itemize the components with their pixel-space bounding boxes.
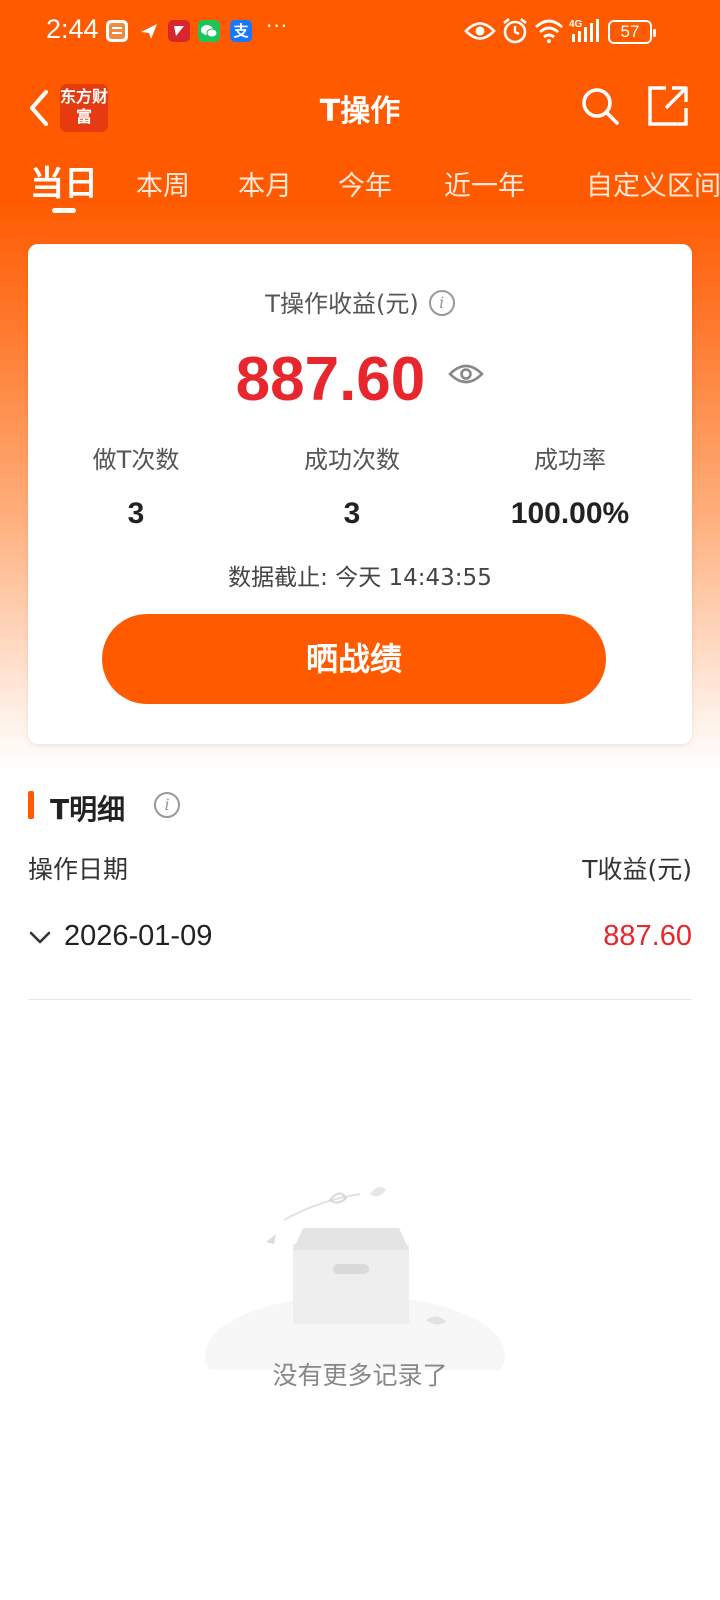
wifi-icon [535, 19, 563, 43]
profit-label-row: T操作收益(元) i [28, 284, 692, 319]
section-title: T明细 [50, 793, 126, 826]
stat-value: 3 [343, 497, 361, 530]
table-row[interactable]: 2026-01-09 887.60 [28, 910, 692, 1000]
row-profit: 887.60 [603, 920, 692, 952]
active-tab-indicator [52, 208, 76, 213]
column-header-date: 操作日期 [28, 855, 129, 884]
empty-state-text: 没有更多记录了 [272, 1361, 448, 1390]
signal-4g-icon: 4G [569, 19, 599, 42]
eye-icon[interactable] [448, 362, 485, 386]
app-notification-icon [106, 20, 128, 42]
search-button[interactable] [578, 84, 622, 128]
stat-label: 成功率 [534, 446, 606, 474]
row-date: 2026-01-09 [64, 920, 213, 952]
tab-custom-range[interactable]: 自定义区间 [586, 164, 720, 203]
period-tabs: 当日 本周 本月 今年 近一年 自定义区间 [0, 150, 720, 220]
empty-box-illustration [205, 1186, 505, 1370]
eye-status-icon [464, 22, 496, 40]
send-app-icon [138, 20, 160, 42]
tab-today[interactable]: 当日 [30, 156, 98, 205]
stat-value: 3 [127, 497, 145, 530]
alarm-icon [503, 17, 527, 44]
svg-text:4G: 4G [569, 19, 583, 30]
profit-label: T操作收益(元) [265, 290, 419, 318]
summary-card: T操作收益(元) i 887.60 做T次数 3 成功次数 3 成功率 100.0… [28, 244, 692, 744]
stat-success-count: 成功次数 3 [242, 440, 462, 531]
section-accent-bar [28, 791, 34, 819]
share-button[interactable] [646, 84, 690, 128]
status-bar: 2:44 支 ··· 4G 57 [0, 0, 720, 64]
tab-last-year[interactable]: 近一年 [444, 164, 525, 203]
stat-value: 100.00% [510, 497, 630, 530]
profit-value: 887.60 [235, 345, 426, 414]
tab-this-year[interactable]: 今年 [338, 164, 392, 203]
search-icon [582, 88, 619, 125]
app-red-icon [168, 20, 190, 42]
tab-this-week[interactable]: 本周 [136, 164, 190, 203]
tab-this-month[interactable]: 本月 [238, 164, 292, 203]
info-icon[interactable]: i [428, 290, 455, 316]
stat-success-rate: 成功率 100.00% [460, 440, 680, 531]
share-record-button[interactable]: 晒战绩 [102, 614, 606, 704]
chevron-down-icon [29, 931, 51, 944]
data-update-time: 数据截止: 今天 14:43:55 [228, 565, 492, 591]
column-header-profit: T收益(元) [582, 855, 692, 884]
wechat-icon [198, 20, 220, 42]
app-header: 东方财富 T操作 [0, 70, 720, 146]
battery-icon: 57 [608, 20, 656, 44]
share-icon [648, 86, 688, 126]
more-notifications-icon: ··· [266, 14, 289, 38]
stat-label: 成功次数 [304, 446, 400, 474]
profit-row: 887.60 [28, 344, 692, 415]
detail-info-icon[interactable]: i [154, 792, 180, 818]
status-time: 2:44 [46, 14, 99, 44]
alipay-icon: 支 [230, 20, 252, 42]
stat-t-count: 做T次数 3 [26, 440, 246, 531]
stat-label: 做T次数 [92, 446, 180, 474]
